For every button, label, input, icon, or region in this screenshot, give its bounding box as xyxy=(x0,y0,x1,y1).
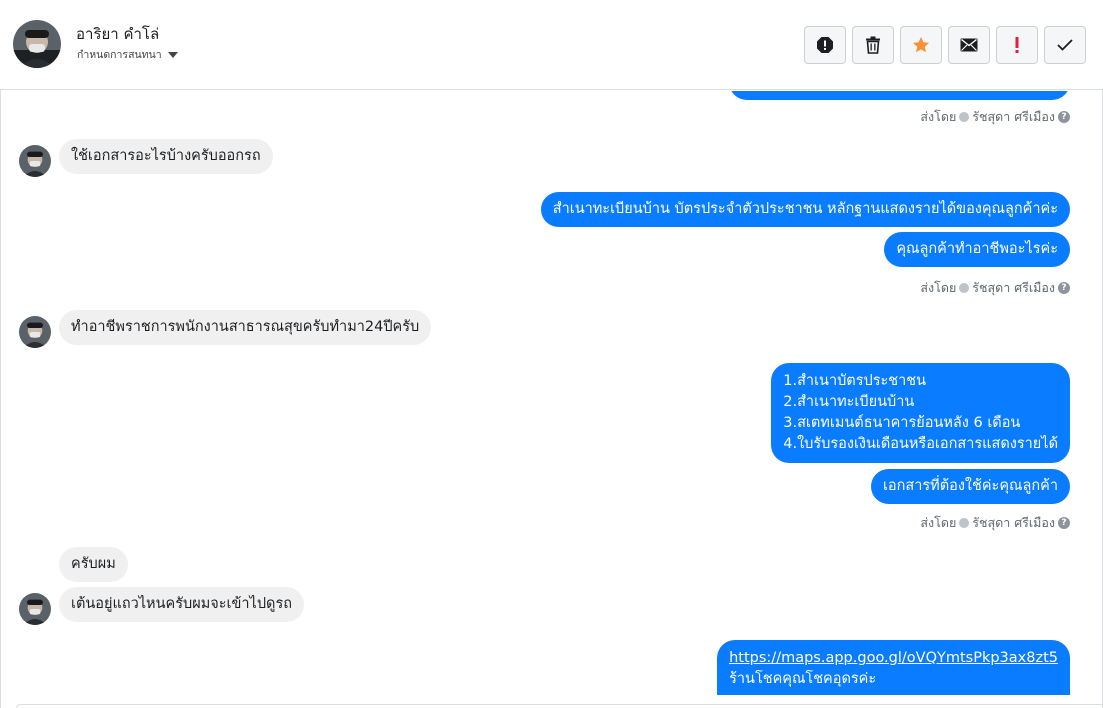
agent-check-icon xyxy=(959,112,970,122)
message-bubble-incoming[interactable]: ใช้เอกสารอะไรบ้างครับออกรถ xyxy=(59,139,273,174)
conversation-settings-label: กำหนดการสนทนา xyxy=(77,49,162,61)
agent-check-icon xyxy=(959,283,970,293)
contact-avatar-small xyxy=(19,145,51,177)
sent-by-label: ส่งโดย รัชสุดา ศรีเมือง ? xyxy=(920,107,1070,127)
message-line: ร้านโชคคุณโชคอุดรค่ะ xyxy=(729,671,877,687)
message-bubble-outgoing[interactable]: 1.สำเนาบัตรประชาชน 2.สำเนาทะเบียนบ้าน 3.… xyxy=(771,363,1070,463)
help-icon[interactable]: ? xyxy=(1058,517,1070,529)
sent-by-prefix: ส่งโดย xyxy=(920,109,957,124)
sent-by-agent: รัชสุดา ศรีเมือง xyxy=(972,515,1055,530)
help-icon[interactable]: ? xyxy=(1058,111,1070,123)
contact-avatar[interactable] xyxy=(13,20,61,68)
contact-avatar-small xyxy=(19,593,51,625)
exclamation-icon xyxy=(1015,37,1019,53)
message-bubble-incoming[interactable]: ทำอาชีพราชการพนักงานสาธารณสุขครับทำมา24ป… xyxy=(59,310,432,345)
checkmark-icon xyxy=(1057,39,1073,51)
maps-link[interactable]: https://maps.app.goo.gl/oVQYmtsPkp3ax8zt… xyxy=(729,650,1058,666)
contact-name: อาริยา คำโล่ xyxy=(76,25,160,43)
sent-by-prefix: ส่งโดย xyxy=(920,515,957,530)
star-button[interactable] xyxy=(900,26,942,64)
mark-unread-button[interactable] xyxy=(948,26,990,64)
message-line: 4.ใบรับรองเงินเดือนหรือเอกสารแสดงรายได้ xyxy=(783,436,1058,452)
help-icon[interactable]: ? xyxy=(1058,282,1070,294)
message-bubble-incoming[interactable]: เต้นอยู่แถวไหนครับผมจะเข้าไปดูรถ xyxy=(59,587,305,622)
action-toolbar xyxy=(804,26,1086,64)
sent-by-agent: รัชสุดา ศรีเมือง xyxy=(972,280,1055,295)
message-bubble-outgoing[interactable]: https://maps.app.goo.gl/oVQYmtsPkp3ax8zt… xyxy=(717,640,1070,695)
trash-icon xyxy=(866,36,880,54)
report-button[interactable] xyxy=(804,26,846,64)
delete-button[interactable] xyxy=(852,26,894,64)
spam-button[interactable] xyxy=(996,26,1038,64)
mark-done-button[interactable] xyxy=(1044,26,1086,64)
sent-by-label: ส่งโดย รัชสุดา ศรีเมือง ? xyxy=(920,513,1070,533)
message-bubble-outgoing[interactable]: คุณลูกค้าทำอาชีพอะไรค่ะ xyxy=(884,232,1070,267)
composer-edge xyxy=(16,704,1103,708)
sent-by-prefix: ส่งโดย xyxy=(920,280,957,295)
message-bubble-outgoing[interactable]: สำเนาทะเบียนบ้าน บัตรประจำตัวประชาชน หลั… xyxy=(540,192,1070,227)
message-bubble-incoming[interactable]: ครับผม xyxy=(59,547,128,582)
caret-down-icon xyxy=(167,51,178,58)
message-bubble-outgoing[interactable] xyxy=(729,91,1070,100)
conversation-settings-dropdown[interactable]: กำหนดการสนทนา xyxy=(77,46,178,63)
message-bubble-outgoing[interactable]: เอกสารที่ต้องใช้ค่ะคุณลูกค้า xyxy=(870,469,1070,504)
report-icon xyxy=(817,37,833,53)
conversation-header: อาริยา คำโล่ กำหนดการสนทนา xyxy=(0,0,1103,90)
sent-by-label: ส่งโดย รัชสุดา ศรีเมือง ? xyxy=(920,278,1070,298)
message-line: 2.สำเนาทะเบียนบ้าน xyxy=(783,394,915,410)
agent-check-icon xyxy=(959,518,970,528)
message-line: 3.สเตทเมนต์ธนาคารย้อนหลัง 6 เดือน xyxy=(783,415,1021,431)
sent-by-agent: รัชสุดา ศรีเมือง xyxy=(972,109,1055,124)
contact-avatar-small xyxy=(19,316,51,348)
envelope-icon xyxy=(960,38,978,52)
star-icon xyxy=(913,37,929,53)
message-line: 1.สำเนาบัตรประชาชน xyxy=(783,373,927,389)
message-thread[interactable]: ส่งโดย รัชสุดา ศรีเมือง ? ใช้เอกสารอะไรบ… xyxy=(0,91,1103,695)
